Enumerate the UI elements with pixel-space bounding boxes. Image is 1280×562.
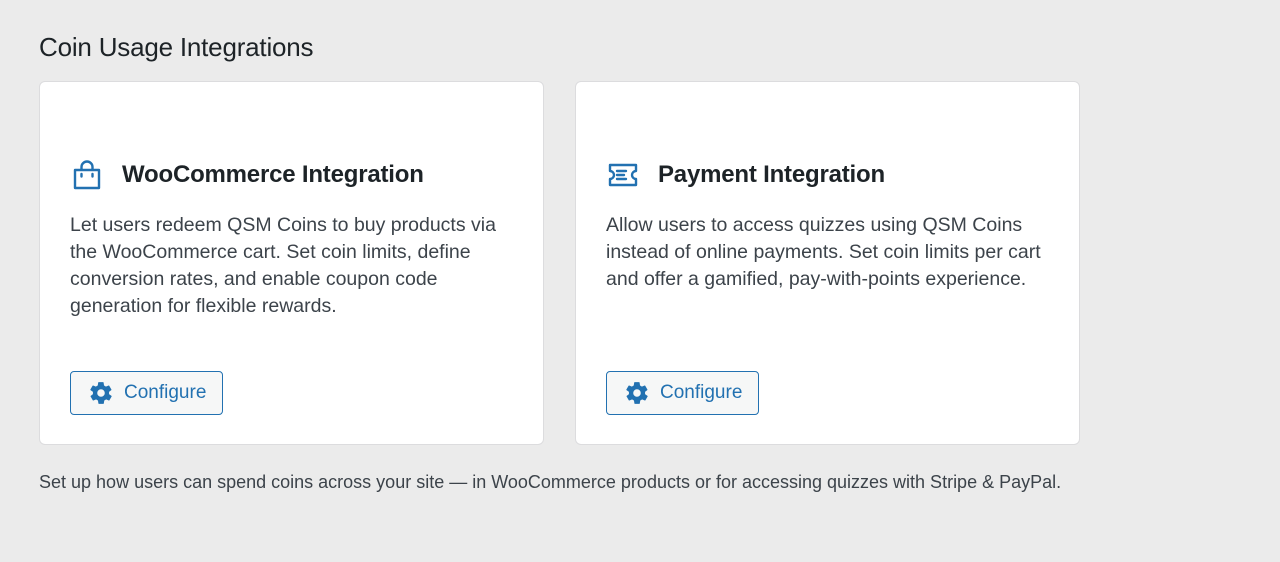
- gear-icon: [624, 380, 650, 406]
- woocommerce-integration-card: WooCommerce Integration Let users redeem…: [39, 81, 544, 445]
- configure-label: Configure: [124, 382, 207, 403]
- card-header: Payment Integration: [606, 158, 885, 192]
- page: Coin Usage Integrations WooCommerce Inte…: [0, 0, 1280, 562]
- card-description: Let users redeem QSM Coins to buy produc…: [70, 214, 496, 317]
- configure-label: Configure: [660, 382, 743, 403]
- gear-icon: [88, 380, 114, 406]
- footer-note: Set up how users can spend coins across …: [39, 472, 1062, 492]
- configure-woocommerce-button[interactable]: Configure: [70, 371, 224, 415]
- configure-payment-button[interactable]: Configure: [606, 371, 760, 415]
- card-title: WooCommerce Integration: [122, 161, 424, 188]
- card-title: Payment Integration: [658, 161, 885, 188]
- card-header: WooCommerce Integration: [70, 158, 424, 192]
- card-description: Allow users to access quizzes using QSM …: [606, 214, 1041, 290]
- page-title: Coin Usage Integrations: [39, 32, 314, 62]
- integration-cards: WooCommerce Integration Let users redeem…: [39, 81, 1080, 445]
- shopping-bag-icon: [70, 158, 104, 192]
- payment-integration-card: Payment Integration Allow users to acces…: [575, 81, 1080, 445]
- ticket-icon: [606, 158, 640, 192]
